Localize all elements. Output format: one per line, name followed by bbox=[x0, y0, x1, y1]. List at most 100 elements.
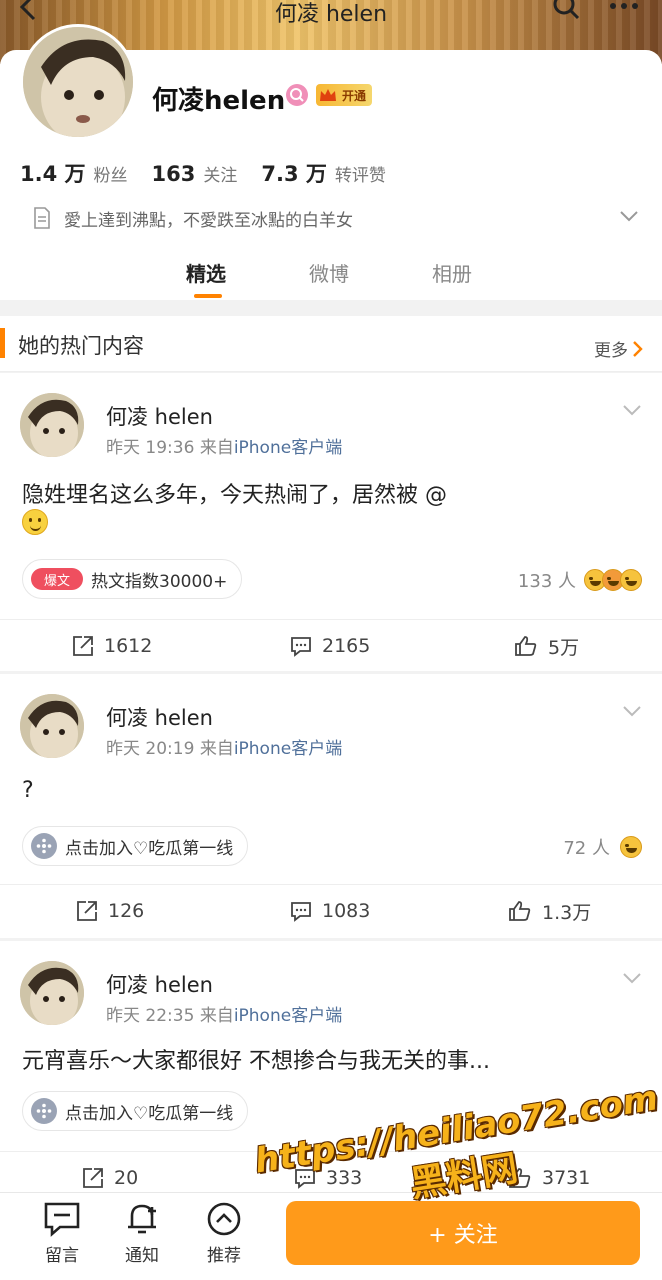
group-icon bbox=[31, 1098, 57, 1124]
pill-text: 点击加入♡吃瓜第一线 bbox=[65, 1103, 234, 1124]
stat-number: 7.3 万 bbox=[261, 162, 327, 186]
crown-icon bbox=[320, 89, 336, 101]
post-actions: 1612 2165 5万 bbox=[0, 619, 662, 671]
search-icon[interactable] bbox=[550, 0, 582, 22]
more-link[interactable]: 更多 bbox=[594, 336, 644, 361]
like-button[interactable]: 5万 bbox=[514, 620, 579, 672]
recommend-label: 推荐 bbox=[207, 1246, 241, 1266]
like-count: 1.3万 bbox=[542, 901, 592, 924]
join-group-pill[interactable]: 点击加入♡吃瓜第一线 bbox=[22, 1091, 249, 1131]
post-text: 元宵喜乐～大家都很好 不想掺合与我无关的事... bbox=[22, 1049, 490, 1074]
tab-weibo[interactable]: 微博 bbox=[309, 258, 349, 287]
chevron-down-icon[interactable] bbox=[622, 971, 642, 985]
comment-count: 2165 bbox=[322, 635, 371, 657]
more-label: 更多 bbox=[594, 341, 628, 361]
notify-button[interactable]: 通知 bbox=[112, 1201, 172, 1266]
post-source[interactable]: iPhone客户端 bbox=[234, 438, 342, 458]
post-avatar[interactable] bbox=[20, 961, 84, 1025]
post-card[interactable]: 何凌 helen 昨天 19:36 来自iPhone客户端 隐姓埋名这么多年，今… bbox=[0, 373, 662, 671]
document-icon bbox=[34, 207, 50, 229]
notify-label: 通知 bbox=[125, 1246, 159, 1266]
hot-tag: 爆文 bbox=[31, 568, 83, 590]
post-text: 隐姓埋名这么多年，今天热闹了，居然被 @ bbox=[22, 483, 447, 508]
group-icon bbox=[31, 833, 57, 859]
post-author[interactable]: 何凌 helen bbox=[106, 969, 213, 999]
post-avatar[interactable] bbox=[20, 393, 84, 457]
comment-count: 333 bbox=[326, 1167, 363, 1189]
top-bar: 何凌 helen bbox=[0, 0, 662, 28]
repost-button[interactable]: 1612 bbox=[72, 620, 152, 672]
comment-icon bbox=[295, 1169, 315, 1189]
repost-icon bbox=[73, 636, 93, 656]
recommend-button[interactable]: 推荐 bbox=[194, 1201, 254, 1266]
join-group-pill[interactable]: 点击加入♡吃瓜第一线 bbox=[22, 826, 249, 866]
surprise-emoji-icon bbox=[620, 569, 642, 591]
post-time: 昨天 20:19 bbox=[106, 739, 195, 759]
laugh-emoji-icon bbox=[620, 836, 642, 858]
like-button[interactable]: 1.3万 bbox=[508, 885, 591, 937]
post-from: 来自 bbox=[199, 739, 234, 759]
post-card[interactable]: 何凌 helen 昨天 20:19 来自iPhone客户端 ? 点击加入♡吃瓜第… bbox=[0, 674, 662, 938]
tab-featured[interactable]: 精选 bbox=[186, 258, 226, 287]
comment-button[interactable]: 1083 bbox=[290, 885, 370, 937]
comment-button[interactable]: 2165 bbox=[290, 620, 370, 672]
message-icon bbox=[44, 1202, 80, 1237]
thumbs-up-icon bbox=[509, 1168, 531, 1188]
post-meta: 昨天 22:35 来自iPhone客户端 bbox=[106, 1001, 342, 1026]
stat-interactions[interactable]: 7.3 万 转评赞 bbox=[261, 158, 386, 188]
post-source[interactable]: iPhone客户端 bbox=[234, 739, 342, 759]
hot-index-pill[interactable]: 爆文 热文指数30000+ bbox=[22, 559, 243, 599]
reactor-count: 133 人 bbox=[517, 571, 576, 592]
vip-badge[interactable]: 开通 bbox=[316, 84, 372, 106]
comment-icon bbox=[291, 637, 311, 657]
stat-label: 粉丝 bbox=[93, 166, 128, 186]
post-from: 来自 bbox=[199, 1006, 234, 1026]
smile-emoji-icon bbox=[22, 509, 48, 535]
comment-count: 1083 bbox=[322, 900, 371, 922]
section-title: 她的热门内容 bbox=[18, 334, 144, 358]
post-card[interactable]: 何凌 helen 昨天 22:35 来自iPhone客户端 元宵喜乐～大家都很好… bbox=[0, 941, 662, 1193]
tab-album[interactable]: 相册 bbox=[432, 258, 472, 287]
follow-button[interactable]: + 关注 bbox=[286, 1201, 640, 1265]
pill-text: 热文指数30000+ bbox=[91, 571, 228, 592]
hot-section-header: 她的热门内容 更多 bbox=[0, 316, 662, 372]
like-count: 5万 bbox=[548, 636, 580, 659]
post-author[interactable]: 何凌 helen bbox=[106, 401, 213, 431]
post-from: 来自 bbox=[199, 438, 234, 458]
repost-count: 1612 bbox=[104, 635, 153, 657]
message-button[interactable]: 留言 bbox=[32, 1201, 92, 1266]
more-dots-icon[interactable] bbox=[606, 0, 642, 22]
stat-number: 163 bbox=[151, 162, 196, 186]
vip-label: 开通 bbox=[341, 88, 366, 103]
chevron-down-icon[interactable] bbox=[622, 704, 642, 718]
profile-tabs: 精选 微博 相册 bbox=[0, 254, 662, 300]
chevron-down-icon[interactable] bbox=[622, 403, 642, 417]
stat-followers[interactable]: 1.4 万 粉丝 bbox=[20, 158, 128, 188]
post-time: 昨天 22:35 bbox=[106, 1006, 195, 1026]
post-meta: 昨天 19:36 来自iPhone客户端 bbox=[106, 433, 342, 458]
repost-button[interactable]: 126 bbox=[76, 885, 144, 937]
avatar-photo bbox=[23, 27, 133, 137]
reactors[interactable]: 72 人 bbox=[563, 834, 642, 860]
post-meta: 昨天 20:19 来自iPhone客户端 bbox=[106, 734, 342, 759]
profile-stats: 1.4 万 粉丝 163 关注 7.3 万 转评赞 bbox=[20, 158, 386, 188]
stat-following[interactable]: 163 关注 bbox=[152, 161, 238, 186]
chevron-down-icon[interactable] bbox=[618, 208, 640, 224]
thumbs-up-icon bbox=[509, 901, 531, 921]
repost-icon bbox=[83, 1168, 103, 1188]
post-text: ? bbox=[22, 778, 34, 803]
chevron-right-icon bbox=[633, 340, 643, 357]
avatar[interactable] bbox=[20, 24, 136, 140]
reactors[interactable]: 133 人 bbox=[518, 567, 642, 593]
reactor-count: 72 人 bbox=[563, 838, 610, 859]
post-author[interactable]: 何凌 helen bbox=[106, 702, 213, 732]
section-accent-bar bbox=[0, 328, 5, 358]
post-source[interactable]: iPhone客户端 bbox=[234, 1006, 342, 1026]
repost-count: 20 bbox=[114, 1167, 139, 1189]
post-avatar[interactable] bbox=[20, 694, 84, 758]
verified-icon[interactable] bbox=[286, 84, 308, 106]
profile-bio[interactable]: 愛上達到沸點，不愛跌至冰點的白羊女 bbox=[32, 204, 652, 232]
stat-label: 关注 bbox=[203, 166, 238, 186]
repost-icon bbox=[77, 901, 97, 921]
bio-text: 愛上達到沸點，不愛跌至冰點的白羊女 bbox=[64, 210, 353, 231]
